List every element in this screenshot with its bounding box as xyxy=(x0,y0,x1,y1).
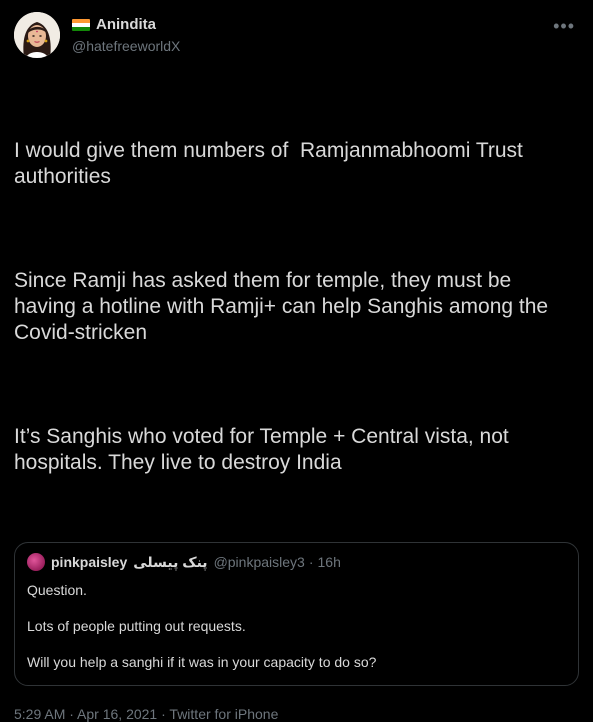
more-options-icon[interactable]: ••• xyxy=(553,16,575,37)
tweet-paragraph: I would give them numbers of Ramjanmabho… xyxy=(14,139,529,188)
tweet-date[interactable]: Apr 16, 2021 xyxy=(77,706,157,722)
quoted-tweet-text: Question. Lots of people putting out req… xyxy=(27,581,566,671)
quoted-separator: · xyxy=(308,554,314,570)
meta-separator: · xyxy=(157,706,170,722)
tweet-paragraph: Since Ramji has asked them for temple, t… xyxy=(14,269,554,344)
quoted-tweet-header: pinkpaisley پنک پیسلی @pinkpaisley3 · 16… xyxy=(27,553,566,571)
avatar-illustration-icon xyxy=(14,12,60,58)
quoted-author-name[interactable]: pinkpaisley xyxy=(51,553,127,571)
tweet-header: Anindita @hatefreeworldX xyxy=(14,12,579,64)
quoted-author-name-urdu[interactable]: پنک پیسلی xyxy=(133,553,207,571)
author-info: Anindita @hatefreeworldX xyxy=(72,16,180,54)
quoted-tweet[interactable]: pinkpaisley پنک پیسلی @pinkpaisley3 · 16… xyxy=(14,542,579,686)
author-name-line[interactable]: Anindita xyxy=(72,16,180,34)
india-flag-icon xyxy=(72,19,90,31)
tweet-time[interactable]: 5:29 AM xyxy=(14,706,65,722)
meta-separator: · xyxy=(65,706,78,722)
tweet-card: Anindita @hatefreeworldX ••• I would giv… xyxy=(0,0,593,722)
quoted-paragraph: Question. xyxy=(27,582,87,598)
quoted-paragraph: Will you help a sanghi if it was in your… xyxy=(27,654,377,670)
author-avatar[interactable] xyxy=(14,12,60,58)
author-handle[interactable]: @hatefreeworldX xyxy=(72,38,180,54)
tweet-meta: 5:29 AM · Apr 16, 2021 · Twitter for iPh… xyxy=(14,706,579,722)
tweet-text: I would give them numbers of Ramjanmabho… xyxy=(14,86,579,528)
quoted-author-handle[interactable]: @pinkpaisley3 xyxy=(214,553,305,571)
tweet-source[interactable]: Twitter for iPhone xyxy=(169,706,278,722)
quoted-paragraph: Lots of people putting out requests. xyxy=(27,618,246,634)
author-display-name[interactable]: Anindita xyxy=(96,16,156,34)
tweet-paragraph: It’s Sanghis who voted for Temple + Cent… xyxy=(14,425,515,474)
quoted-author-avatar[interactable] xyxy=(27,553,45,571)
quoted-timestamp[interactable]: 16h xyxy=(318,553,341,571)
